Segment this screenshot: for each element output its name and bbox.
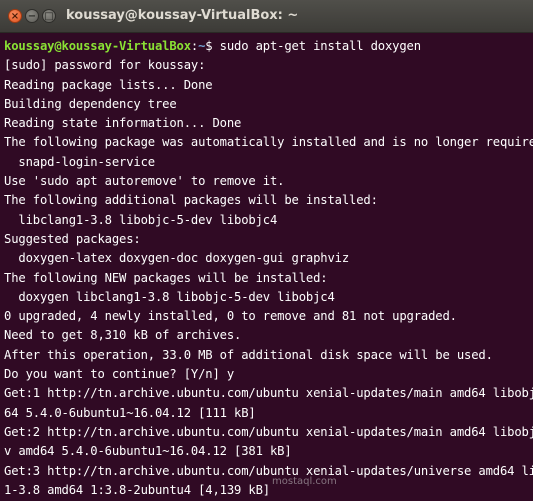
- prompt-symbol: $: [205, 39, 220, 53]
- output-line: 1-3.8 amd64 1:3.8-2ubuntu4 [4,139 kB]: [4, 482, 270, 497]
- output-line: libclang1-3.8 libobjc-5-dev libobjc4: [4, 212, 278, 227]
- output-line: Need to get 8,310 kB of archives.: [4, 328, 242, 343]
- terminal-window: × − □ koussay@koussay-VirtualBox: ~ kous…: [0, 0, 533, 501]
- output-line: Suggested packages:: [4, 231, 141, 246]
- output-line: The following additional packages will b…: [4, 193, 378, 208]
- minimize-button[interactable]: −: [25, 9, 39, 23]
- output-line: snapd-login-service: [4, 154, 155, 169]
- output-line: doxygen libclang1-3.8 libobjc-5-dev libo…: [4, 289, 335, 304]
- output-line: Do you want to continue? [Y/n] y: [4, 367, 234, 382]
- output-line: Get:2 http://tn.archive.ubuntu.com/ubunt…: [4, 424, 533, 439]
- prompt-separator: :: [190, 39, 199, 53]
- output-line: Get:3 http://tn.archive.ubuntu.com/ubunt…: [4, 463, 533, 478]
- output-line: v amd64 5.4.0-6ubuntu1~16.04.12 [381 kB]: [4, 444, 292, 459]
- command-text: sudo apt-get install doxygen: [219, 39, 421, 53]
- output-line: Reading package lists... Done: [4, 77, 213, 92]
- terminal-output[interactable]: koussay@koussay-VirtualBox:~$ sudo apt-g…: [0, 33, 533, 501]
- prompt-user-host: koussay@koussay-VirtualBox: [4, 39, 191, 53]
- title-bar[interactable]: × − □ koussay@koussay-VirtualBox: ~: [0, 0, 533, 33]
- window-title: koussay@koussay-VirtualBox: ~: [66, 8, 299, 23]
- output-line: The following package was automatically …: [4, 135, 533, 150]
- close-button[interactable]: ×: [8, 9, 22, 23]
- output-line: 64 5.4.0-6ubuntu1~16.04.12 [111 kB]: [4, 405, 256, 420]
- output-line: After this operation, 33.0 MB of additio…: [4, 347, 493, 362]
- output-line: Building dependency tree: [4, 96, 177, 111]
- watermark: mostaql.com: [272, 476, 337, 487]
- command-line: koussay@koussay-VirtualBox:~$ sudo apt-g…: [4, 37, 533, 56]
- output-line: [sudo] password for koussay:: [4, 58, 206, 73]
- output-line: The following NEW packages will be insta…: [4, 270, 328, 285]
- output-line: Use 'sudo apt autoremove' to remove it.: [4, 174, 285, 189]
- output-line: Reading state information... Done: [4, 116, 242, 131]
- output-line: Get:1 http://tn.archive.ubuntu.com/ubunt…: [4, 386, 533, 401]
- output-line: 0 upgraded, 4 newly installed, 0 to remo…: [4, 309, 457, 324]
- maximize-button[interactable]: □: [42, 9, 56, 23]
- output-line: doxygen-latex doxygen-doc doxygen-gui gr…: [4, 251, 349, 266]
